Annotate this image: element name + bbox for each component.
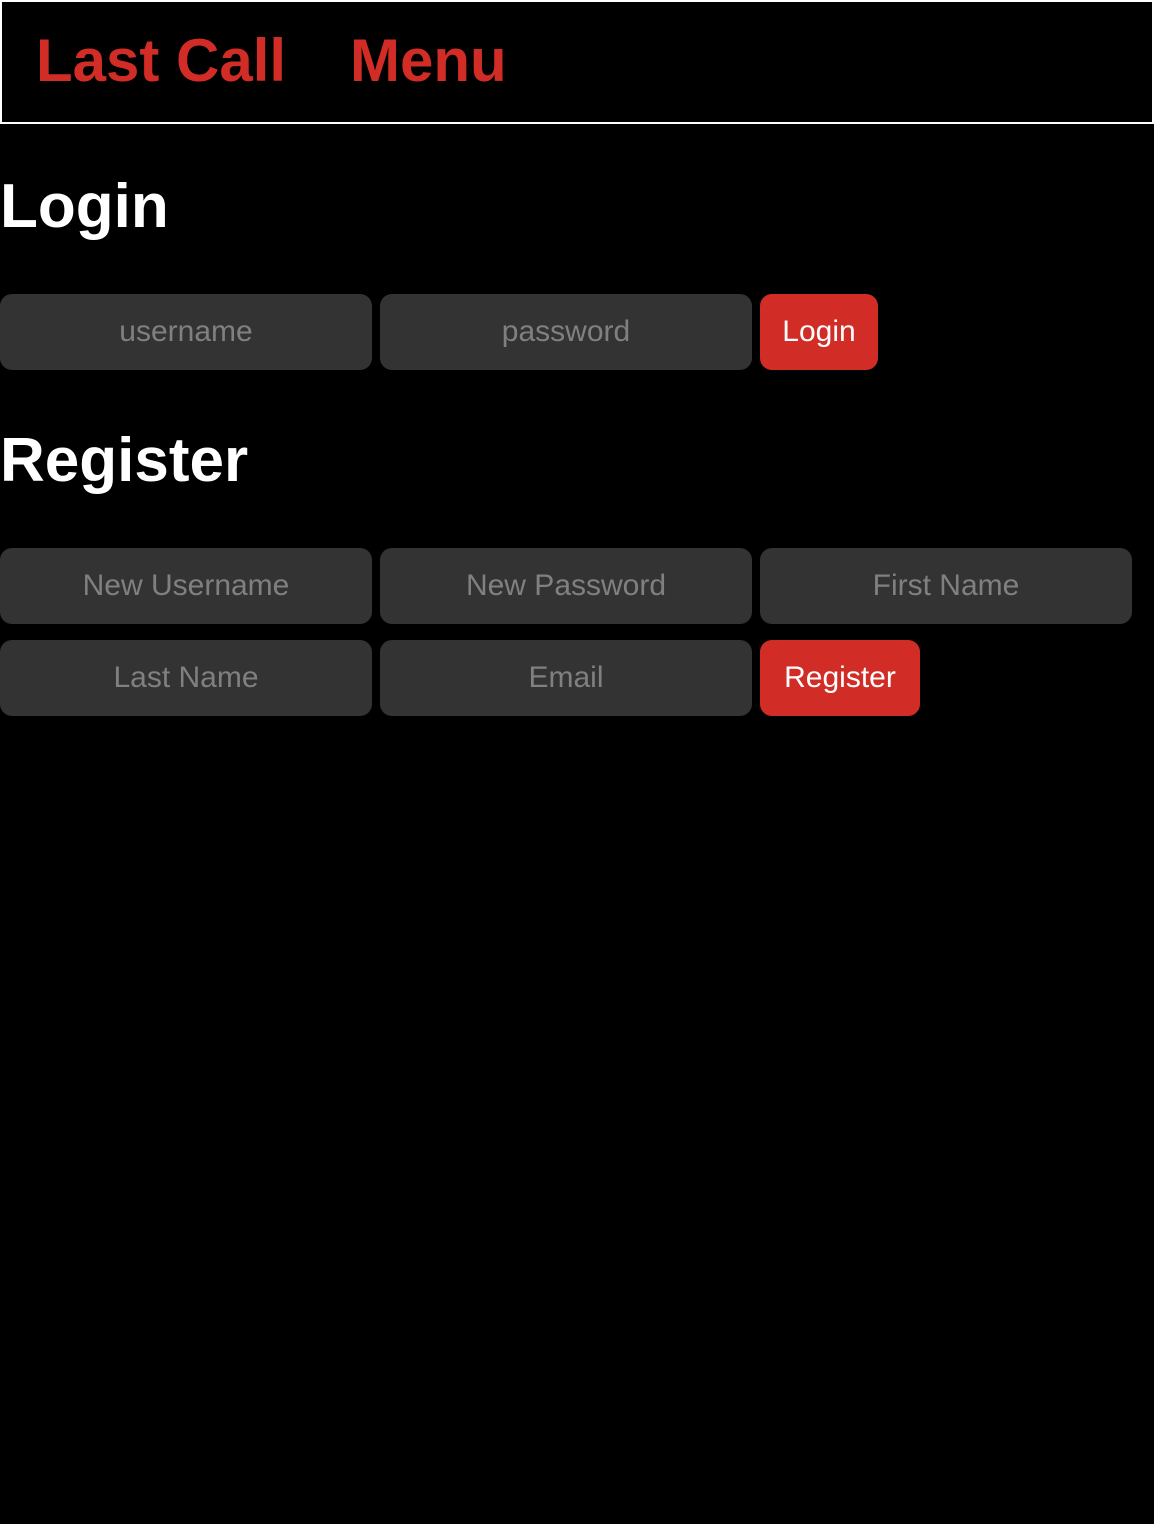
- password-input[interactable]: [380, 294, 752, 370]
- username-input[interactable]: [0, 294, 372, 370]
- login-heading: Login: [0, 172, 169, 241]
- register-heading: Register: [0, 426, 249, 495]
- menu-link[interactable]: Menu: [350, 28, 507, 94]
- last-name-input[interactable]: [0, 640, 372, 716]
- login-button[interactable]: Login: [760, 294, 878, 370]
- new-password-input[interactable]: [380, 548, 752, 624]
- new-username-input[interactable]: [0, 548, 372, 624]
- email-input[interactable]: [380, 640, 752, 716]
- first-name-input[interactable]: [760, 548, 1132, 624]
- register-button[interactable]: Register: [760, 640, 920, 716]
- top-navbar: Last Call Menu: [0, 0, 1154, 124]
- brand-link[interactable]: Last Call: [36, 28, 286, 94]
